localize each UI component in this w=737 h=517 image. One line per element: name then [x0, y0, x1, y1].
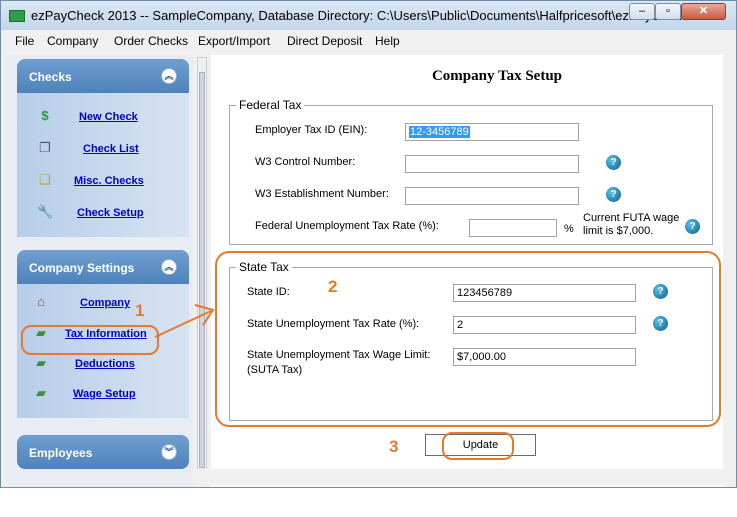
employees-panel-title: Employees	[29, 446, 93, 460]
minimize-button[interactable]: –	[629, 3, 655, 20]
help-icon[interactable]: ?	[606, 187, 621, 202]
checks-panel-body: $ New Check ❐ Check List ❑ Misc. Checks …	[17, 93, 189, 237]
money-minus-icon: ▰	[36, 355, 46, 370]
expand-down-icon[interactable]: ︾	[161, 444, 177, 460]
menu-company[interactable]: Company	[47, 34, 98, 48]
menu-help[interactable]: Help	[375, 34, 400, 48]
checks-panel: Checks ︽ $ New Check ❐ Check List ❑ Misc…	[17, 59, 189, 237]
app-icon	[9, 10, 25, 22]
company-settings-panel-title: Company Settings	[29, 261, 135, 275]
futa-percent-sign: %	[564, 223, 574, 235]
employees-panel: Employees ︾	[17, 435, 189, 469]
futa-note-line2: limit is $7,000.	[583, 225, 654, 237]
menu-bar: File Company Order Checks Export/Import …	[1, 31, 736, 51]
ein-value: 12-3456789	[409, 126, 470, 138]
help-icon[interactable]: ?	[606, 155, 621, 170]
checks-panel-header[interactable]: Checks ︽	[17, 59, 189, 93]
window-title: ezPayCheck 2013 -- SampleCompany, Databa…	[31, 8, 687, 23]
ein-label: Employer Tax ID (EIN):	[255, 124, 368, 136]
w3-control-field[interactable]	[405, 155, 579, 173]
house-icon: ⌂	[37, 294, 45, 309]
sidebar: Checks ︽ $ New Check ❐ Check List ❑ Misc…	[7, 55, 193, 487]
annotation-step-2: 2	[328, 277, 338, 296]
menu-direct-deposit[interactable]: Direct Deposit	[287, 34, 362, 48]
collapse-up-icon[interactable]: ︽	[161, 68, 177, 84]
sidebar-item-misc-checks[interactable]: Misc. Checks	[74, 175, 144, 187]
federal-tax-legend: Federal Tax	[236, 98, 305, 112]
sidebar-item-company[interactable]: Company	[80, 297, 130, 309]
dollar-icon: $	[41, 108, 49, 123]
help-icon[interactable]: ?	[685, 219, 700, 234]
sidebar-scrollbar[interactable]	[197, 57, 207, 485]
employees-panel-header[interactable]: Employees ︾	[17, 435, 189, 469]
futa-rate-field[interactable]	[469, 219, 557, 237]
ein-field[interactable]: 12-3456789	[405, 123, 579, 141]
annotation-box-state-tax	[215, 251, 721, 427]
pages-icon: ❐	[39, 140, 51, 155]
w3-establishment-field[interactable]	[405, 187, 579, 205]
annotation-box-tax-information	[21, 325, 159, 355]
futa-note-line1: Current FUTA wage	[583, 212, 680, 224]
app-window: ezPayCheck 2013 -- SampleCompany, Databa…	[0, 0, 737, 488]
close-button[interactable]: ✕	[681, 3, 726, 20]
title-bar: ezPayCheck 2013 -- SampleCompany, Databa…	[1, 1, 736, 30]
w3-establishment-label: W3 Establishment Number:	[255, 188, 389, 200]
page-title: Company Tax Setup	[431, 68, 563, 84]
annotation-arrow	[154, 304, 215, 338]
menu-export-import[interactable]: Export/Import	[198, 34, 270, 48]
money-gear-icon: ▰	[36, 385, 46, 400]
wrench-icon: 🔧	[37, 204, 54, 219]
annotation-step-3: 3	[389, 437, 399, 456]
company-settings-panel-header[interactable]: Company Settings ︽	[17, 250, 189, 284]
maximize-button[interactable]: ▫	[655, 3, 681, 20]
menu-order-checks[interactable]: Order Checks	[114, 34, 188, 48]
futa-rate-label: Federal Unemployment Tax Rate (%):	[255, 220, 439, 232]
jar-icon: ❑	[39, 172, 51, 187]
sidebar-scrollbar-thumb[interactable]	[199, 72, 205, 468]
annotation-box-update	[442, 432, 514, 460]
w3-control-label: W3 Control Number:	[255, 156, 356, 168]
checks-panel-title: Checks	[29, 70, 72, 84]
sidebar-item-check-setup[interactable]: Check Setup	[77, 207, 144, 219]
menu-file[interactable]: File	[15, 34, 34, 48]
sidebar-item-deductions[interactable]: Deductions	[75, 358, 135, 370]
sidebar-item-new-check[interactable]: New Check	[79, 111, 138, 123]
sidebar-item-check-list[interactable]: Check List	[83, 143, 139, 155]
collapse-up-icon[interactable]: ︽	[161, 259, 177, 275]
annotation-step-1: 1	[135, 301, 145, 320]
sidebar-item-wage-setup[interactable]: Wage Setup	[73, 388, 136, 400]
main-horizontal-scrollbar[interactable]	[194, 469, 724, 485]
